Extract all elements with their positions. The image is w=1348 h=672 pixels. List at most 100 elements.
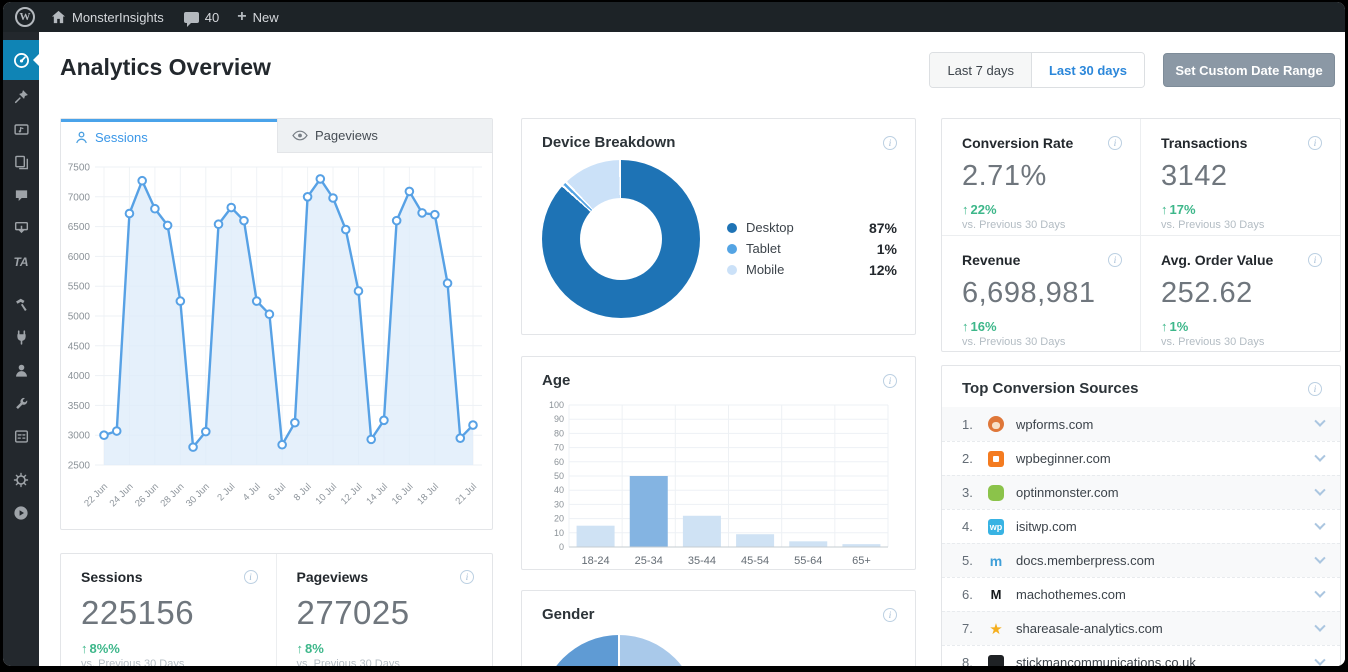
chart-tabbar: Sessions Pageviews [61, 119, 492, 153]
chevron-down-icon[interactable] [1314, 518, 1326, 530]
device-legend: Desktop 87% Tablet 1% Mobile 12% [727, 217, 897, 318]
info-icon[interactable]: i [883, 135, 897, 150]
sidebar-item-seo[interactable] [3, 463, 39, 496]
chevron-down-icon[interactable] [1314, 484, 1326, 496]
tab-sessions[interactable]: Sessions [61, 119, 277, 153]
metric-label: Sessions [81, 569, 143, 585]
info-icon[interactable]: i [1108, 252, 1122, 267]
sidebar-item-dashboard[interactable] [3, 40, 39, 80]
info-icon[interactable]: i [1308, 381, 1322, 396]
metric-label: Pageviews [296, 569, 369, 585]
site-home-link[interactable]: MonsterInsights [51, 10, 164, 25]
device-donut-chart [542, 160, 700, 318]
up-arrow-icon: ↑ [1161, 318, 1168, 334]
person-icon [76, 131, 87, 144]
sidebar-item-comments[interactable] [3, 179, 39, 212]
svg-text:90: 90 [554, 414, 564, 424]
chevron-down-icon[interactable] [1314, 552, 1326, 564]
source-row[interactable]: 6. M machothemes.com [942, 577, 1340, 611]
svg-text:50: 50 [554, 471, 564, 481]
svg-text:30 Jun: 30 Jun [184, 481, 212, 509]
age-bar-chart: 0 10 20 30 40 50 60 70 80 90 100 18-24 25-34 35-44 45-… [549, 400, 889, 567]
wpbeginner-favicon-icon [988, 450, 1004, 467]
optinmonster-favicon-icon [988, 484, 1004, 501]
source-row[interactable]: 7. ★ shareasale-analytics.com [942, 611, 1340, 645]
admin-new-link[interactable]: + New [237, 8, 278, 26]
source-row[interactable]: 4. wp isitwp.com [942, 509, 1340, 543]
sidebar-item-appearance[interactable] [3, 288, 39, 321]
svg-text:7500: 7500 [68, 163, 91, 174]
date-range-toggle: Last 7 days Last 30 days [929, 52, 1145, 88]
legend-row-desktop: Desktop 87% [727, 217, 897, 238]
sidebar-item-tools[interactable] [3, 387, 39, 420]
metric-compare: vs. Previous 30 Days [81, 658, 185, 666]
svg-text:10 Jul: 10 Jul [313, 481, 339, 507]
tab-pageviews[interactable]: Pageviews [277, 119, 492, 153]
legend-row-mobile: Mobile 12% [727, 259, 897, 280]
svg-text:70: 70 [554, 443, 564, 453]
main-content: Analytics Overview Last 7 days Last 30 d… [39, 32, 1345, 666]
chevron-down-icon[interactable] [1314, 620, 1326, 632]
page-title: Analytics Overview [60, 54, 271, 80]
info-icon[interactable]: i [883, 607, 897, 622]
sidebar-item-settings[interactable] [3, 420, 39, 453]
chevron-down-icon[interactable] [1314, 586, 1326, 598]
source-row[interactable]: 3. optinmonster.com [942, 475, 1340, 509]
sidebar-item-downloads[interactable] [3, 212, 39, 245]
sidebar-item-posts[interactable] [3, 80, 39, 113]
avg-order-value-metric: Avg. Order Value i 252.62 ↑ 1% vs. Previo… [1141, 236, 1340, 352]
device-breakdown-title: Device Breakdown [542, 134, 676, 151]
sidebar-item-media[interactable] [3, 113, 39, 146]
revenue-metric: Revenue i 6,698,981 ↑ 16% vs. Previous 30… [942, 235, 1141, 351]
wp-admin-bar: W MonsterInsights 40 + New [3, 2, 1345, 32]
info-icon[interactable]: i [1308, 252, 1322, 267]
top-conversion-sources-card: Top Conversion Sources i 1. wpforms.com … [941, 365, 1341, 666]
source-row[interactable]: 8. stickmancommunications.co.uk [942, 645, 1340, 666]
sidebar-item-plugins[interactable] [3, 321, 39, 354]
stickman-favicon-icon [988, 654, 1004, 666]
info-icon[interactable]: i [1108, 136, 1122, 150]
user-icon [15, 364, 27, 377]
wordpress-logo-icon[interactable]: W [15, 7, 35, 27]
sessions-summary: Sessions i 225156 ↑ 8%% vs. Previous 30 D… [61, 554, 277, 666]
set-custom-date-range-button[interactable]: Set Custom Date Range [1163, 53, 1335, 87]
donut-hole [580, 198, 662, 280]
source-row[interactable]: 1. wpforms.com [942, 407, 1340, 441]
chevron-down-icon[interactable] [1314, 450, 1326, 462]
eye-icon [292, 130, 308, 141]
chevron-down-icon[interactable] [1314, 415, 1326, 427]
sidebar-item-video[interactable] [3, 496, 39, 529]
hammer-icon [15, 298, 27, 311]
sidebar-item-ta-plugin[interactable]: TA [3, 245, 39, 278]
info-icon[interactable]: i [1308, 136, 1322, 150]
up-arrow-icon: ↑ [1161, 202, 1168, 217]
admin-comments-link[interactable]: 40 [183, 10, 219, 27]
metric-value: 277025 [296, 594, 410, 631]
svg-text:30: 30 [554, 499, 564, 509]
svg-text:3500: 3500 [68, 401, 91, 412]
source-row[interactable]: 5. m docs.memberpress.com [942, 543, 1340, 577]
svg-text:5500: 5500 [68, 282, 91, 293]
svg-text:16 Jul: 16 Jul [390, 481, 416, 507]
svg-text:3000: 3000 [68, 431, 91, 442]
svg-text:100: 100 [549, 400, 564, 410]
source-row[interactable]: 2. wpbeginner.com [942, 441, 1340, 475]
chevron-down-icon[interactable] [1314, 654, 1326, 666]
plus-icon: + [237, 8, 247, 25]
info-icon[interactable]: i [883, 373, 897, 388]
sidebar-item-pages[interactable] [3, 146, 39, 179]
sessions-chart-card: Sessions Pageviews 2500 3000 3500 4000 4500 5… [60, 118, 493, 530]
tab-pageviews-label: Pageviews [315, 128, 378, 143]
svg-text:21 Jul: 21 Jul [453, 481, 479, 507]
svg-text:14 Jul: 14 Jul [364, 481, 390, 507]
last-30-days-button[interactable]: Last 30 days [1031, 53, 1144, 87]
last-7-days-button[interactable]: Last 7 days [930, 53, 1032, 87]
settings-panel-icon [14, 430, 28, 443]
info-icon[interactable]: i [460, 570, 474, 584]
up-arrow-icon: ↑ [962, 202, 969, 217]
desktop-bullet-icon [727, 222, 737, 233]
pin-icon [14, 90, 28, 104]
mobile-bullet-icon [727, 264, 737, 275]
sidebar-item-users[interactable] [3, 354, 39, 387]
info-icon[interactable]: i [243, 570, 258, 584]
